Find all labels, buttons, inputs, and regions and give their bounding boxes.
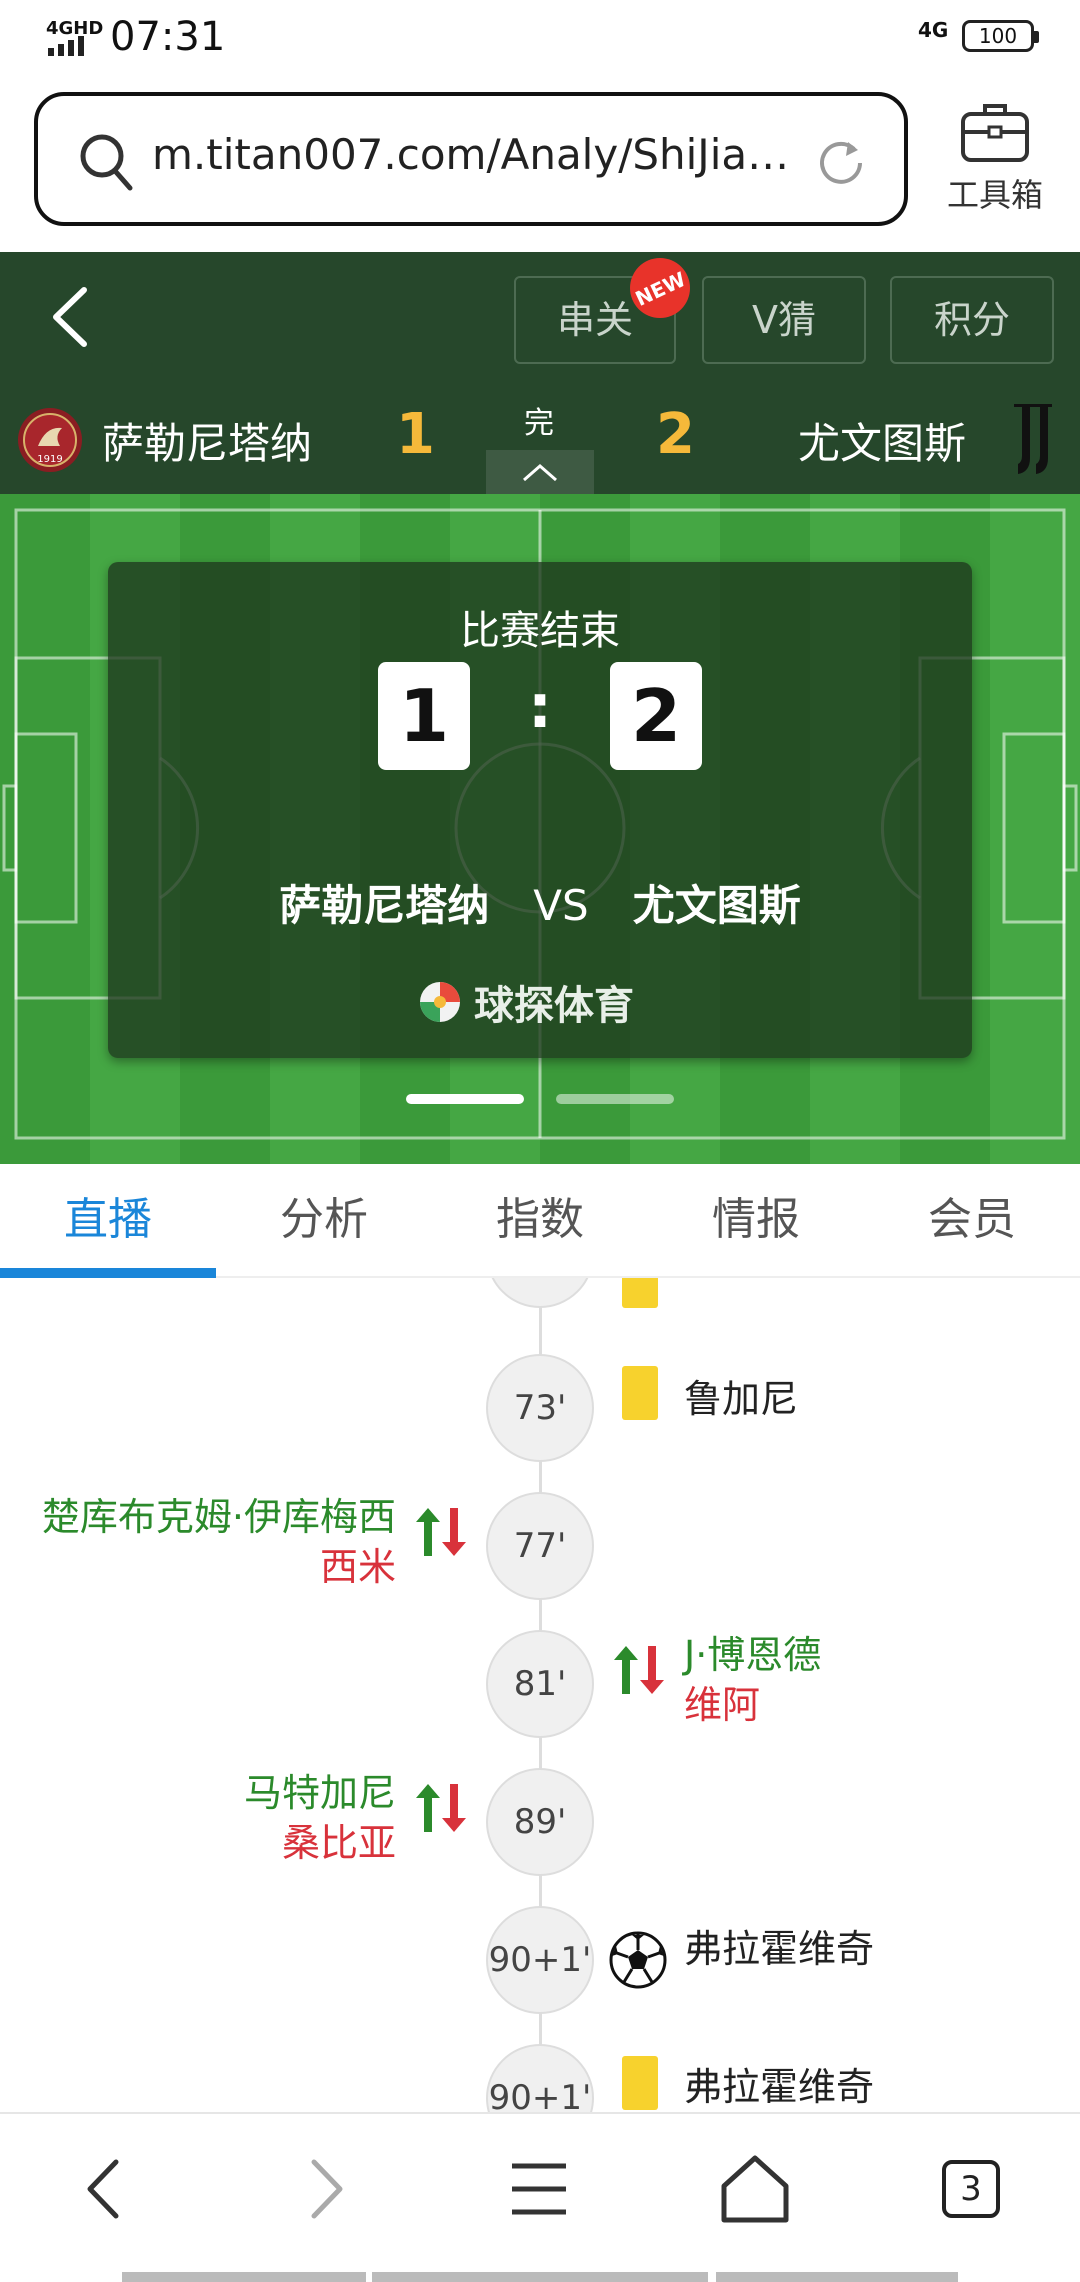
new-badge: NEW bbox=[630, 258, 690, 318]
event-player: 弗拉霍维奇 bbox=[684, 1927, 875, 1971]
browser-forward-icon[interactable] bbox=[280, 2144, 370, 2234]
scoreboard-card: 比赛结束 1 : 2 萨勒尼塔纳 VS 尤文图斯 球探体育 bbox=[108, 562, 972, 1058]
event-player: 鲁加尼 bbox=[684, 1377, 799, 1421]
brand-text: 球探体育 bbox=[474, 983, 634, 1029]
carousel-dot-active[interactable] bbox=[406, 1094, 524, 1104]
address-bar[interactable]: m.titan007.com/Analy/ShiJia… bbox=[34, 92, 908, 226]
tab-live[interactable]: 直播 bbox=[0, 1164, 216, 1278]
network-right-indicator: 4G bbox=[918, 18, 949, 42]
status-bar: 4GHD 07:31 4G 100 bbox=[0, 0, 1080, 80]
match-tabs: 直播 分析 指数 情报 会员 bbox=[0, 1164, 1080, 1278]
toolbox-button[interactable]: 工具箱 bbox=[930, 100, 1060, 230]
collapse-button[interactable] bbox=[486, 450, 594, 494]
football-icon bbox=[609, 1931, 667, 1989]
event-timeline[interactable]: 73' 鲁加尼 77' 楚库布克姆·伊库梅西 西米 81' J·博恩德 维阿 8… bbox=[0, 1278, 1080, 2112]
tab-member[interactable]: 会员 bbox=[864, 1164, 1080, 1278]
url-text[interactable]: m.titan007.com/Analy/ShiJia… bbox=[152, 130, 792, 179]
toolbox-label: 工具箱 bbox=[946, 176, 1043, 214]
match-header: 串关 NEW V猜 积分 1919 萨勒尼塔纳 1 完 2 尤文图斯 bbox=[0, 252, 1080, 494]
tab-odds[interactable]: 指数 bbox=[432, 1164, 648, 1278]
substitution-icon bbox=[416, 1508, 466, 1556]
timeline-minute: 90+1' bbox=[486, 2044, 594, 2112]
tab-analysis[interactable]: 分析 bbox=[216, 1164, 432, 1278]
scoreboard-home-score: 1 bbox=[378, 662, 470, 770]
scoreboard-away-team: 尤文图斯 bbox=[632, 881, 801, 930]
clock: 07:31 bbox=[110, 14, 226, 60]
brand-ball-icon bbox=[420, 982, 460, 1022]
home-team-logo: 1919 bbox=[18, 408, 82, 472]
timeline-minute: 90+1' bbox=[486, 1906, 594, 2014]
back-icon[interactable] bbox=[46, 282, 94, 352]
timeline-minute: 81' bbox=[486, 1630, 594, 1738]
menu-icon[interactable] bbox=[494, 2144, 584, 2234]
event-player: 弗拉霍维奇 bbox=[684, 2065, 875, 2109]
gesture-bar bbox=[122, 2272, 366, 2282]
sub-player-out: 桑比亚 bbox=[281, 1821, 396, 1865]
brand-watermark: 球探体育 bbox=[418, 974, 634, 1030]
gesture-bar bbox=[372, 2272, 708, 2282]
match-status: 完 bbox=[524, 406, 554, 441]
chevron-up-icon bbox=[523, 464, 557, 482]
away-score: 2 bbox=[656, 402, 695, 467]
timeline-minute: 89' bbox=[486, 1768, 594, 1876]
tab-intel[interactable]: 情报 bbox=[648, 1164, 864, 1278]
toolbox-icon bbox=[961, 104, 1029, 162]
scoreboard-vs: VS bbox=[533, 881, 589, 930]
bottom-navigation: 3 bbox=[0, 2112, 1080, 2282]
team-row: 1919 萨勒尼塔纳 1 完 2 尤文图斯 bbox=[0, 402, 1080, 494]
scoreboard-colon: : bbox=[528, 672, 552, 742]
scoreboard-status: 比赛结束 bbox=[460, 608, 620, 654]
sub-player-out: 维阿 bbox=[684, 1683, 761, 1727]
pitch-banner: 比赛结束 1 : 2 萨勒尼塔纳 VS 尤文图斯 球探体育 bbox=[0, 494, 1080, 1164]
sub-player-in: 楚库布克姆·伊库梅西 bbox=[41, 1495, 396, 1539]
search-icon bbox=[80, 134, 133, 191]
sub-player-out: 西米 bbox=[319, 1545, 396, 1589]
v-guess-button[interactable]: V猜 bbox=[702, 276, 866, 364]
sub-player-in: J·博恩德 bbox=[684, 1633, 822, 1677]
yellow-card-icon bbox=[622, 1278, 658, 1308]
timeline-minute-partial bbox=[486, 1278, 594, 1308]
home-team-name[interactable]: 萨勒尼塔纳 bbox=[102, 410, 312, 471]
home-score: 1 bbox=[396, 402, 435, 467]
browser-back-icon[interactable] bbox=[60, 2144, 150, 2234]
substitution-icon bbox=[614, 1646, 664, 1694]
away-team-name[interactable]: 尤文图斯 bbox=[798, 410, 966, 471]
home-icon[interactable] bbox=[710, 2144, 800, 2234]
points-button[interactable]: 积分 bbox=[890, 276, 1054, 364]
substitution-icon bbox=[416, 1784, 466, 1832]
yellow-card-icon bbox=[622, 2056, 658, 2110]
svg-text:1919: 1919 bbox=[37, 454, 62, 465]
battery-icon: 100 bbox=[962, 20, 1039, 52]
carousel-dot[interactable] bbox=[556, 1094, 674, 1104]
reload-icon[interactable] bbox=[814, 136, 868, 190]
scoreboard-away-score: 2 bbox=[610, 662, 702, 770]
tabs-count-button[interactable]: 3 bbox=[942, 2160, 1000, 2218]
scoreboard-home-team: 萨勒尼塔纳 bbox=[279, 881, 490, 930]
gesture-bar bbox=[716, 2272, 958, 2282]
scoreboard-teams: 萨勒尼塔纳 VS 尤文图斯 bbox=[108, 872, 972, 933]
timeline-minute: 77' bbox=[486, 1492, 594, 1600]
away-team-logo bbox=[1014, 404, 1052, 474]
signal-icon bbox=[48, 36, 84, 56]
sub-player-in: 马特加尼 bbox=[243, 1771, 396, 1815]
tab-indicator bbox=[0, 1268, 216, 1278]
timeline-minute: 73' bbox=[486, 1354, 594, 1462]
yellow-card-icon bbox=[622, 1366, 658, 1420]
